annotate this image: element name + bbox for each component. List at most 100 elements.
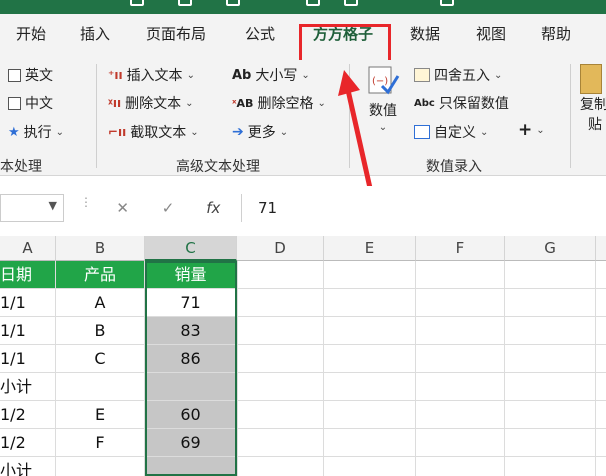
title-bar <box>0 0 606 14</box>
column-header-c[interactable]: C <box>145 236 237 261</box>
undo-icon[interactable] <box>178 0 192 6</box>
star-icon: ★ <box>8 124 20 140</box>
column-header-h[interactable] <box>596 236 606 261</box>
chevron-down-icon: ⌄ <box>55 126 65 138</box>
column-header-e[interactable]: E <box>324 236 416 261</box>
chevron-down-icon: ⌄ <box>186 69 195 81</box>
cell-b8[interactable] <box>56 457 145 476</box>
column-header-a[interactable]: A <box>0 236 56 261</box>
tab-page-layout[interactable]: 页面布局 <box>146 23 206 44</box>
extract-text-button[interactable]: ⌐ıı 截取文本 ⌄ <box>108 122 199 142</box>
redo-icon[interactable] <box>226 0 240 6</box>
case-button[interactable]: Ab 大小写 ⌄ <box>232 65 310 85</box>
column-header-g[interactable]: G <box>505 236 596 261</box>
cell-c7[interactable]: 69 <box>145 429 237 457</box>
chevron-down-icon: ⌄ <box>317 97 326 109</box>
annotation-arrow-icon <box>338 70 373 189</box>
cell-a1[interactable]: 日期 <box>0 261 56 289</box>
insert-function-icon[interactable]: fx <box>191 199 236 217</box>
ribbon-tabs: 开始 插入 页面布局 公式 方方格子 数据 视图 帮助 <box>0 14 606 72</box>
spreadsheet-grid: A B C D E F G 日期 产品 销量 1/1 A 71 1/1 B 83… <box>0 236 606 476</box>
keep-value-button[interactable]: Abc 只保留数值 <box>414 93 509 113</box>
ribbon: 英文 中文 ★ 执行 ⌄ 本处理 ⁺ıı 插入文本 ⌄ ᵡıı 删除文本 ⌄ ⌐… <box>0 60 606 176</box>
cell-c6[interactable]: 60 <box>145 401 237 429</box>
column-header-b[interactable]: B <box>56 236 145 261</box>
cell-c2[interactable]: 71 <box>145 289 237 317</box>
tab-help[interactable]: 帮助 <box>541 23 571 44</box>
delete-space-icon: ˣAB <box>232 96 254 110</box>
cell-c3[interactable]: 83 <box>145 317 237 345</box>
delete-text-button[interactable]: ᵡıı 删除文本 ⌄ <box>108 93 194 113</box>
cell-a7[interactable]: 1/2 <box>0 429 56 457</box>
cancel-icon[interactable]: ✕ <box>100 199 145 217</box>
execute-button[interactable]: ★ 执行 ⌄ <box>8 122 64 142</box>
chinese-checkbox[interactable]: 中文 <box>8 93 53 113</box>
cell-c4[interactable]: 86 <box>145 345 237 373</box>
edit-icon <box>414 125 430 139</box>
tab-insert[interactable]: 插入 <box>80 23 110 44</box>
cell-a6[interactable]: 1/2 <box>0 401 56 429</box>
checkbox-icon <box>8 68 21 82</box>
cell-a3[interactable]: 1/1 <box>0 317 56 345</box>
empty-grid-area[interactable] <box>237 261 606 476</box>
cell-b4[interactable]: C <box>56 345 145 373</box>
more-button[interactable]: ➔ 更多 ⌄ <box>232 122 288 142</box>
english-checkbox[interactable]: 英文 <box>8 65 53 85</box>
custom-button[interactable]: 自定义 ⌄ <box>414 122 488 142</box>
cell-b3[interactable]: B <box>56 317 145 345</box>
formula-buttons: ✕ ✓ fx <box>100 194 236 222</box>
chevron-down-icon: ⌄ <box>480 126 489 138</box>
arrow-right-icon: ➔ <box>232 124 244 140</box>
cell-a4[interactable]: 1/1 <box>0 345 56 373</box>
grid-line <box>595 261 596 476</box>
abc-icon: Abc <box>414 97 435 109</box>
cell-a5[interactable]: 小计 <box>0 373 56 401</box>
more-options-icon[interactable]: ⋮ <box>80 196 92 208</box>
cell-b1[interactable]: 产品 <box>56 261 145 289</box>
chevron-down-icon: ⌄ <box>279 126 289 138</box>
chevron-down-icon: ⌄ <box>190 126 199 138</box>
cell-b7[interactable]: F <box>56 429 145 457</box>
cell-c1[interactable]: 销量 <box>145 261 237 289</box>
name-box[interactable]: ▼ <box>0 194 64 222</box>
delete-text-icon: ᵡıı <box>108 96 122 110</box>
column-header-d[interactable]: D <box>237 236 324 261</box>
grid-line <box>323 261 324 476</box>
group-label-text: 本处理 <box>0 159 42 175</box>
round-button[interactable]: 四舍五入 ⌄ <box>414 65 502 85</box>
add-button[interactable]: + ⌄ <box>518 120 545 140</box>
tab-data[interactable]: 数据 <box>410 23 440 44</box>
tab-home[interactable]: 开始 <box>16 23 46 44</box>
checkbox-icon <box>8 96 21 110</box>
cell-b2[interactable]: A <box>56 289 145 317</box>
cell-a8[interactable]: 小计 <box>0 457 56 476</box>
cell-b5[interactable] <box>56 373 145 401</box>
confirm-icon[interactable]: ✓ <box>145 199 190 217</box>
copy-paste-button[interactable]: 复制 贴 <box>580 64 606 134</box>
cell-a2[interactable]: 1/1 <box>0 289 56 317</box>
insert-text-button[interactable]: ⁺ıı 插入文本 ⌄ <box>108 65 195 85</box>
cell-c5[interactable] <box>145 373 237 401</box>
chevron-down-icon: ⌄ <box>494 69 503 81</box>
chevron-down-icon: ⌄ <box>536 124 545 136</box>
insert-text-icon: ⁺ıı <box>108 68 123 82</box>
delete-space-button[interactable]: ˣAB 删除空格 ⌄ <box>232 93 326 113</box>
tab-view[interactable]: 视图 <box>476 23 506 44</box>
group-label-value-entry: 数值录入 <box>426 159 482 175</box>
qat-icon[interactable] <box>440 0 454 6</box>
tab-formulas[interactable]: 公式 <box>245 23 275 44</box>
formula-input[interactable]: 71 <box>241 194 606 222</box>
touch-mode-icon[interactable] <box>306 0 320 6</box>
cell-c8[interactable] <box>145 457 237 476</box>
group-label-advanced-text: 高级文本处理 <box>176 159 260 175</box>
grid-line <box>504 261 505 476</box>
chevron-down-icon: ⌄ <box>301 69 310 81</box>
column-header-f[interactable]: F <box>416 236 505 261</box>
round-icon <box>414 68 430 82</box>
cell-b6[interactable]: E <box>56 401 145 429</box>
chevron-down-icon[interactable]: ▼ <box>49 199 57 212</box>
divider <box>570 64 571 168</box>
grid-line <box>415 261 416 476</box>
save-icon[interactable] <box>130 0 144 6</box>
screenshot-icon[interactable] <box>344 0 358 6</box>
